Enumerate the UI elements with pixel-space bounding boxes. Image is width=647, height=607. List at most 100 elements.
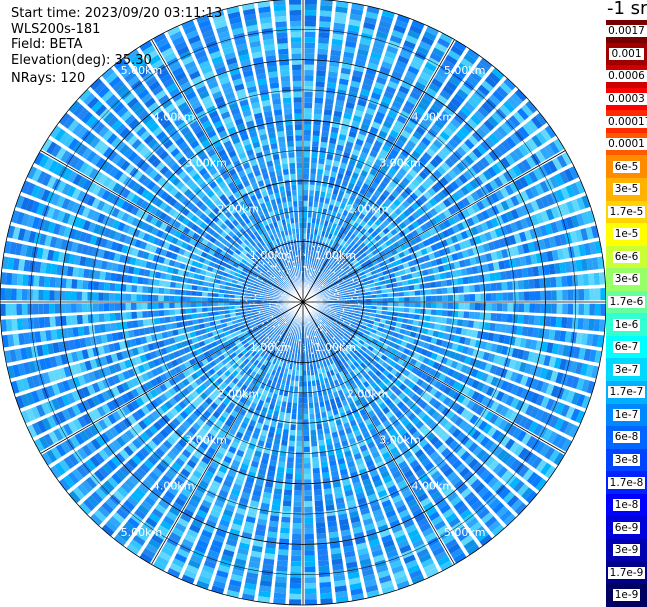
range-gate <box>446 279 453 286</box>
range-gate <box>317 429 324 436</box>
range-gate <box>441 287 448 294</box>
range-gate <box>104 323 112 332</box>
range-gate <box>287 451 295 458</box>
range-gate <box>416 270 424 277</box>
range-gate <box>313 113 322 120</box>
range-gate <box>289 385 294 392</box>
range-gate <box>325 93 335 100</box>
range-gate <box>463 285 470 293</box>
range-gate <box>582 318 590 331</box>
range-gate <box>327 148 335 155</box>
range-gate <box>578 288 585 301</box>
range-gate <box>321 130 329 138</box>
range-gate <box>304 86 313 92</box>
range-gate <box>382 306 388 311</box>
range-gate <box>317 53 328 61</box>
range-gate <box>304 129 311 136</box>
range-gate <box>296 446 303 453</box>
range-gate <box>510 269 518 279</box>
range-gate <box>295 468 302 475</box>
range-gate <box>583 288 590 301</box>
range-gate <box>473 275 480 283</box>
range-gate <box>312 212 317 219</box>
range-gate <box>510 325 518 335</box>
range-gate <box>304 484 312 491</box>
range-gate <box>234 302 241 306</box>
range-gate <box>365 305 372 309</box>
range-gate <box>275 576 287 583</box>
range-gate <box>382 293 388 298</box>
range-gate <box>533 315 541 326</box>
range-gate <box>174 309 181 315</box>
range-gate <box>309 418 316 425</box>
range-gate <box>376 294 383 298</box>
range-gate <box>303 457 311 464</box>
range-gate <box>234 305 241 309</box>
range-gate <box>65 315 73 326</box>
range-gate <box>303 189 309 196</box>
range-gate <box>304 42 315 49</box>
range-gate <box>311 380 316 387</box>
range-gate <box>322 422 329 429</box>
range-gate <box>355 302 361 305</box>
range-gate <box>483 322 491 331</box>
range-gate <box>428 322 436 330</box>
range-gate <box>165 323 172 331</box>
range-gate <box>279 411 285 419</box>
range-gate <box>303 228 307 234</box>
range-gate <box>326 443 334 451</box>
range-gate <box>420 296 427 302</box>
range-gate <box>398 302 405 307</box>
range-gate <box>349 299 356 302</box>
range-gate <box>435 316 442 323</box>
range-gate <box>562 289 568 301</box>
range-gate <box>306 364 310 371</box>
range-gate <box>387 293 394 298</box>
range-gate <box>501 281 508 291</box>
range-gate <box>312 456 319 463</box>
range-gate <box>298 403 303 409</box>
range-gate <box>292 533 302 540</box>
range-gate <box>307 228 311 234</box>
range-gate <box>474 303 481 311</box>
range-gate <box>289 593 302 600</box>
range-gate <box>310 162 317 169</box>
range-gate <box>278 455 286 463</box>
range-gate <box>314 195 320 202</box>
range-gate <box>398 292 405 297</box>
range-gate <box>292 517 302 524</box>
range-gate <box>528 279 535 289</box>
range-gate <box>114 312 121 321</box>
range-gate <box>303 446 310 453</box>
range-gate <box>281 516 291 523</box>
range-gate <box>545 303 552 314</box>
range-gate <box>307 370 311 376</box>
range-gate <box>287 396 293 403</box>
range-gate <box>324 433 332 440</box>
range-gate <box>507 292 514 301</box>
range-gate <box>436 288 443 295</box>
range-gate <box>500 324 507 333</box>
range-gate <box>284 418 290 425</box>
range-gate <box>303 244 306 250</box>
range-gate <box>556 290 563 301</box>
range-gate <box>291 408 297 414</box>
range-gate <box>289 577 302 584</box>
range-gate <box>38 317 45 329</box>
range-gate <box>407 319 414 325</box>
range-gate <box>409 296 416 302</box>
range-gate <box>420 302 427 308</box>
range-gate <box>313 201 319 208</box>
range-gate <box>281 439 288 446</box>
range-gate <box>430 281 437 288</box>
range-gate <box>326 153 334 161</box>
range-gate <box>416 327 424 334</box>
range-gate <box>594 303 601 316</box>
range-gate <box>365 298 372 302</box>
range-gate <box>290 424 296 431</box>
range-gate <box>285 412 291 419</box>
range-gate <box>312 141 319 148</box>
range-gate <box>314 500 324 507</box>
range-gate <box>317 168 324 175</box>
range-gate <box>387 302 394 307</box>
